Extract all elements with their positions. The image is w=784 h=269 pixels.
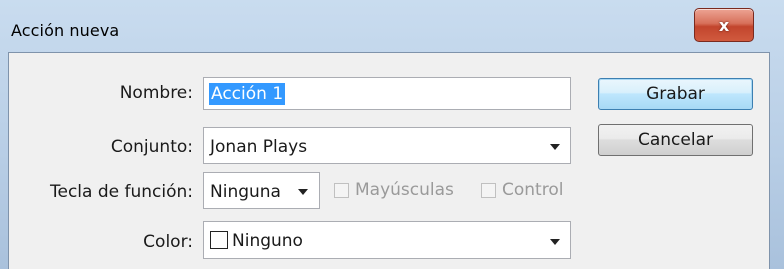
color-swatch: [210, 231, 228, 249]
record-button-label: Grabar: [646, 84, 705, 104]
color-label: Color:: [143, 232, 193, 252]
control-checkbox-label: Control: [502, 180, 564, 200]
cancel-button[interactable]: Cancelar: [598, 124, 753, 156]
chevron-down-icon: [298, 189, 308, 195]
control-checkbox[interactable]: [481, 183, 496, 198]
set-label: Conjunto:: [110, 137, 193, 157]
name-input[interactable]: Acción 1: [203, 77, 571, 110]
shift-checkbox[interactable]: [334, 183, 349, 198]
dialog-title: Acción nueva: [11, 21, 120, 40]
set-dropdown-value: Jonan Plays: [210, 137, 308, 157]
name-label: Nombre:: [119, 83, 193, 103]
close-icon: x: [718, 15, 730, 35]
shift-checkbox-label: Mayúsculas: [355, 180, 454, 200]
dialog-window: Acción nueva x Nombre: Acción 1 Conjunto…: [0, 0, 784, 269]
set-dropdown[interactable]: Jonan Plays: [203, 127, 571, 164]
name-input-value: Acción 1: [209, 83, 286, 105]
title-bar[interactable]: Acción nueva x: [0, 0, 784, 52]
close-button[interactable]: x: [694, 8, 754, 42]
cancel-button-label: Cancelar: [638, 130, 713, 150]
color-dropdown[interactable]: Ninguno: [203, 221, 571, 259]
record-button[interactable]: Grabar: [598, 78, 753, 110]
chevron-down-icon: [550, 144, 560, 150]
function-key-label: Tecla de función:: [49, 182, 193, 202]
dialog-content: Nombre: Acción 1 Conjunto: Jonan Plays T…: [8, 52, 770, 269]
chevron-down-icon: [550, 239, 560, 245]
function-key-dropdown[interactable]: Ninguna: [203, 172, 320, 209]
color-dropdown-value: Ninguno: [232, 231, 303, 251]
function-key-dropdown-value: Ninguna: [210, 182, 281, 202]
